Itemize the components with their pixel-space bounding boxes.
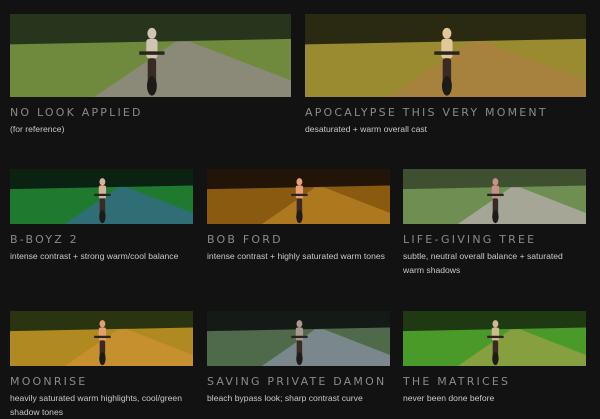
scene-image [10,14,291,97]
look-title: BOB FORD [207,233,283,246]
look-thumbnail[interactable] [207,169,390,224]
look-card: BOB FORD intense contrast + highly satur… [207,169,390,263]
look-description: heavily saturated warm highlights, cool/… [10,393,182,417]
look-thumbnail[interactable] [10,311,193,366]
look-title: B-BOYZ 2 [10,233,79,246]
look-title: APOCALYPSE THIS VERY MOMENT [305,106,548,119]
look-card: B-BOYZ 2 intense contrast + strong warm/… [10,169,193,263]
look-card: SAVING PRIVATE DAMON bleach bypass look;… [207,311,390,405]
scene-image [10,169,193,224]
look-description: subtle, neutral overall balance + satura… [403,251,563,275]
scene-image [10,311,193,366]
look-card: APOCALYPSE THIS VERY MOMENT desaturated … [305,14,586,136]
look-thumbnail[interactable] [305,14,586,97]
look-card: LIFE-GIVING TREE subtle, neutral overall… [403,169,586,277]
look-card: THE MATRICES never been done before [403,311,586,405]
scene-image [305,14,586,97]
look-description: (for reference) [10,124,65,134]
scene-image [403,311,586,366]
look-title: THE MATRICES [403,375,511,388]
look-card: MOONRISE heavily saturated warm highligh… [10,311,193,419]
look-thumbnail[interactable] [207,311,390,366]
look-title: SAVING PRIVATE DAMON [207,375,387,388]
look-description: intense contrast + strong warm/cool bala… [10,251,179,261]
look-description: bleach bypass look; sharp contrast curve [207,393,363,403]
look-description: never been done before [403,393,495,403]
scene-image [403,169,586,224]
look-thumbnail[interactable] [10,14,291,97]
look-thumbnail[interactable] [403,311,586,366]
look-card: NO LOOK APPLIED (for reference) [10,14,291,136]
look-title: MOONRISE [10,375,88,388]
look-description: desaturated + warm overall cast [305,124,428,134]
look-thumbnail[interactable] [10,169,193,224]
look-description: intense contrast + highly saturated warm… [207,251,385,261]
look-thumbnail[interactable] [403,169,586,224]
look-title: LIFE-GIVING TREE [403,233,537,246]
scene-image [207,311,390,366]
scene-image [207,169,390,224]
look-title: NO LOOK APPLIED [10,106,143,119]
